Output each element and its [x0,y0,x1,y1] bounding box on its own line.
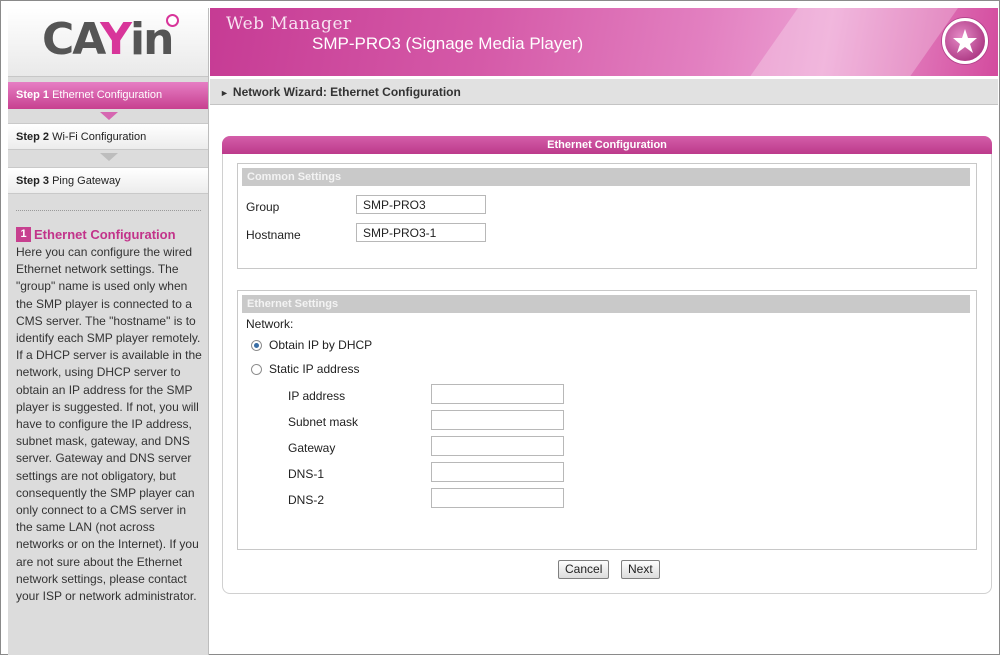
hostname-label: Hostname [246,228,301,242]
step-arrow-down-icon [100,112,118,120]
step-number: Step 3 [16,175,50,187]
dns1-input[interactable] [431,462,564,482]
sidebar-step-wifi[interactable]: Step 2 Wi-Fi Configuration [8,123,208,150]
logo-area: CAYin [8,8,208,77]
breadcrumb-text: Network Wizard: Ethernet Configuration [232,85,461,99]
subnet-mask-input[interactable] [431,410,564,430]
group-title: Ethernet Settings [242,295,970,313]
sidebar-step-ping-gateway[interactable]: Step 3 Ping Gateway [8,167,208,194]
sidebar: CAYin Step 1 Ethernet Configuration Step… [8,8,209,655]
dns2-input[interactable] [431,488,564,508]
dns2-label: DNS-2 [288,493,325,507]
panel-title: Ethernet Configuration [222,136,992,154]
step-number: Step 1 [16,89,50,101]
network-label: Network: [246,317,294,331]
help-number-badge: 1 [16,227,31,243]
dns1-label: DNS-1 [288,467,325,481]
step-label: Ethernet Configuration [52,89,163,101]
ethernet-settings-group: Ethernet Settings Network: Obtain IP by … [237,290,977,550]
dhcp-radio[interactable] [251,340,262,351]
ip-address-label: IP address [288,389,346,403]
star-badge-icon [942,18,988,64]
breadcrumb-arrow-icon: ► [220,88,229,98]
common-settings-group: Common Settings Group Hostname [237,163,977,269]
ethernet-config-panel: Ethernet Configuration Common Settings G… [222,136,992,594]
group-label: Group [246,200,280,214]
step-number: Step 2 [16,131,50,143]
ip-address-input[interactable] [431,384,564,404]
help-title: Ethernet Configuration [34,226,176,242]
group-title: Common Settings [242,168,970,186]
dhcp-label[interactable]: Obtain IP by DHCP [269,338,372,352]
header-banner: Web Manager SMP-PRO3 (Signage Media Play… [210,8,998,76]
logo-dot-icon [166,14,179,27]
divider [16,210,201,211]
next-button[interactable]: Next [621,560,660,579]
step-arrow-down-icon [100,153,118,161]
breadcrumb: ► Network Wizard: Ethernet Configuration [210,79,998,105]
sidebar-step-ethernet[interactable]: Step 1 Ethernet Configuration [8,82,208,109]
header-subtitle: SMP-PRO3 (Signage Media Player) [312,34,584,53]
static-ip-label[interactable]: Static IP address [269,362,360,376]
help-heading: 1 Ethernet Configuration [16,226,176,243]
step-label: Wi-Fi Configuration [52,131,147,143]
subnet-mask-label: Subnet mask [288,415,359,429]
gateway-input[interactable] [431,436,564,456]
static-ip-radio[interactable] [251,364,262,375]
banner-decoration [727,8,973,76]
group-input[interactable] [356,195,486,214]
help-text: Here you can configure the wired Etherne… [16,245,202,604]
cancel-button[interactable]: Cancel [558,560,610,579]
hostname-input[interactable] [356,223,486,242]
header-title: Web Manager [226,14,352,34]
gateway-label: Gateway [288,441,336,455]
cayin-logo: CAYin [42,14,174,65]
step-label: Ping Gateway [52,175,121,187]
